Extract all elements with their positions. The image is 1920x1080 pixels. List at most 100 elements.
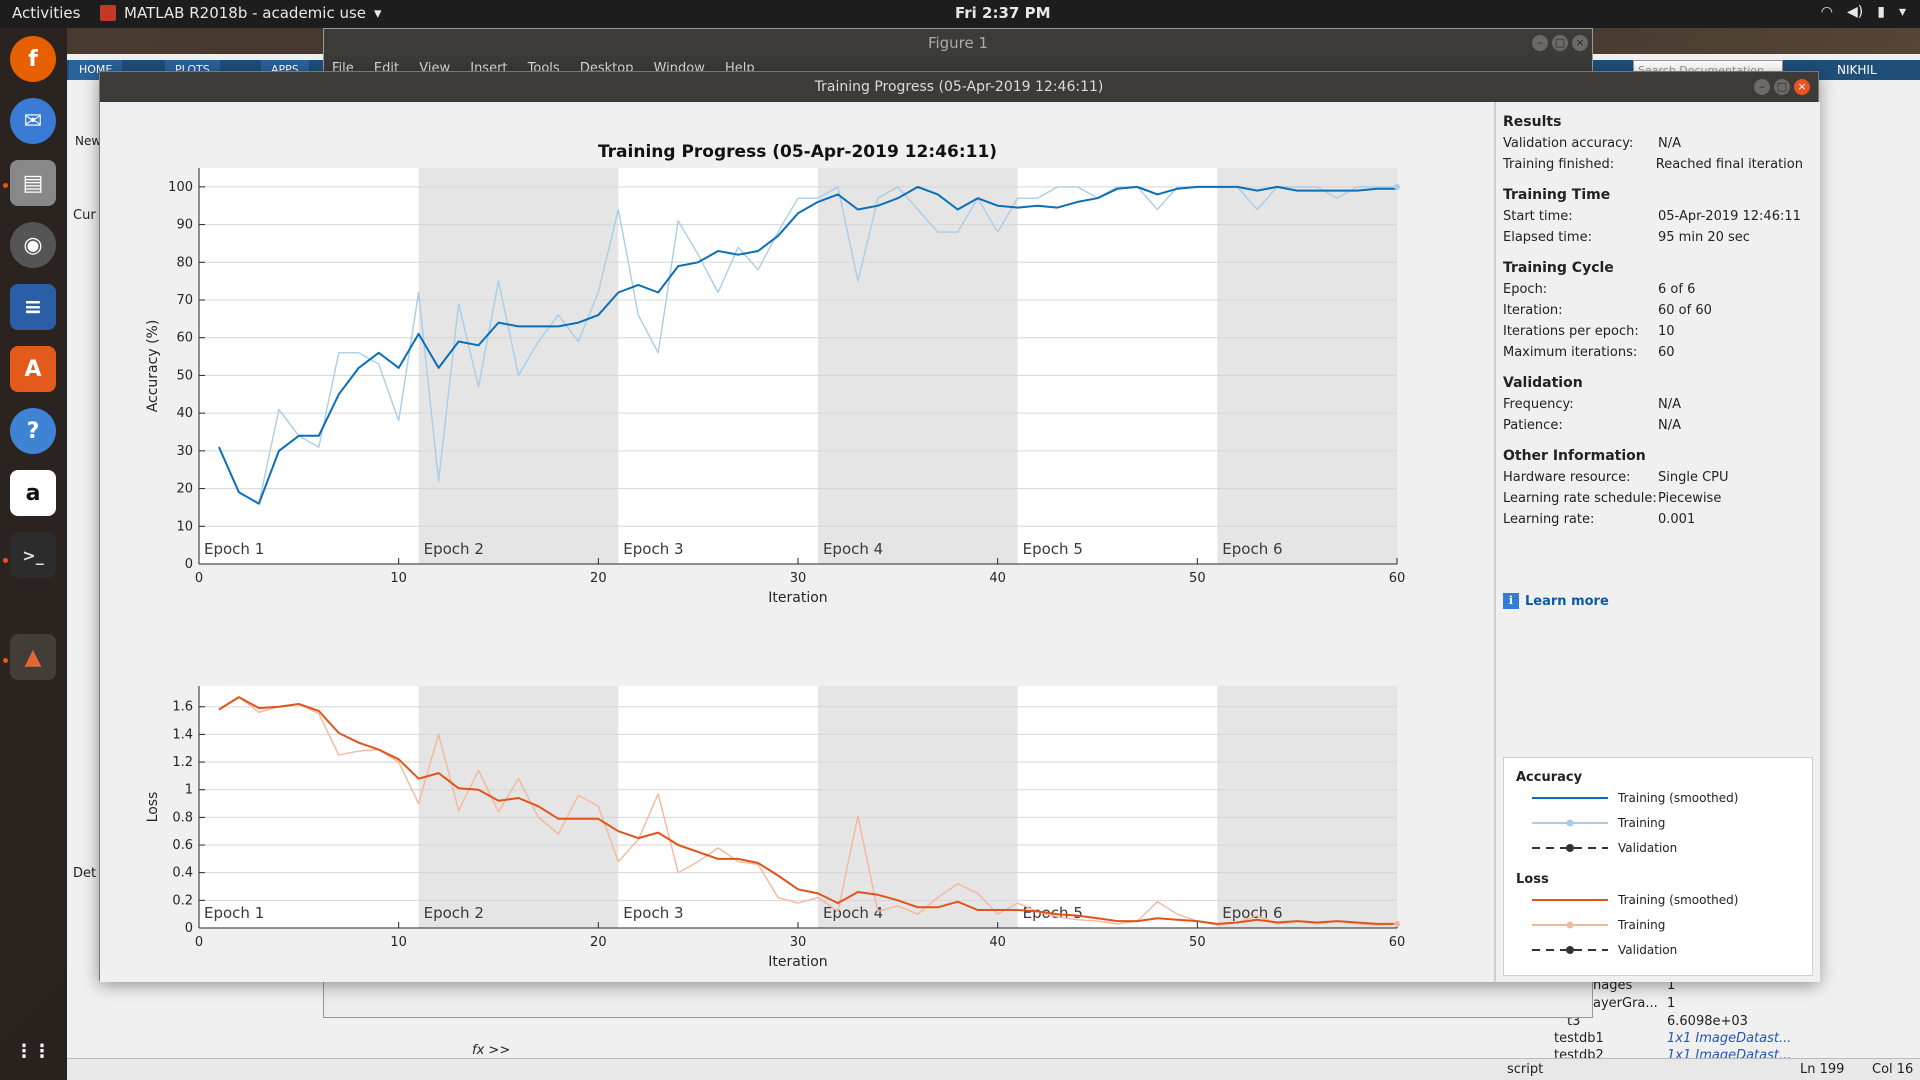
loss-x-tick-label: 30 xyxy=(790,935,807,950)
files-icon[interactable]: ▤ xyxy=(10,160,56,206)
legend-label: Training xyxy=(1618,918,1666,932)
gnome-top-bar: Activities MATLAB R2018b - academic use … xyxy=(0,0,1920,28)
loss-x-axis-label: Iteration xyxy=(768,954,827,970)
acc-epoch-label: Epoch 2 xyxy=(424,540,484,558)
wifi-icon: ◠ xyxy=(1820,4,1834,20)
legend-acc-smooth-swatch xyxy=(1532,797,1608,799)
info-key: Maximum iterations: xyxy=(1503,345,1638,360)
amazon-icon[interactable]: a xyxy=(10,470,56,516)
minimize-button[interactable]: – xyxy=(1754,79,1770,95)
legend-label: Validation xyxy=(1618,943,1678,957)
maximize-button[interactable]: □ xyxy=(1552,35,1568,51)
app-menu[interactable]: MATLAB R2018b - academic use ▾ xyxy=(100,4,382,22)
info-key: Epoch: xyxy=(1503,282,1548,297)
workspace-row-name[interactable]: testdb1 xyxy=(1554,1031,1604,1046)
acc-x-axis-label: Iteration xyxy=(768,590,827,606)
loss-last-point xyxy=(1394,920,1400,927)
acc-x-tick-label: 20 xyxy=(590,571,607,586)
chart-legend: Accuracy Training (smoothed) Training Va… xyxy=(1503,757,1813,976)
acc-x-tick-label: 10 xyxy=(390,571,407,586)
legend-loss-raw-swatch xyxy=(1532,921,1608,929)
loss-epoch-label: Epoch 2 xyxy=(424,904,484,922)
new-button[interactable]: New xyxy=(75,134,101,148)
info-row: Hardware resource: Single CPU xyxy=(1503,467,1803,488)
legend-acc-raw-swatch xyxy=(1532,819,1608,827)
info-key: Iterations per epoch: xyxy=(1503,324,1639,339)
other-information-heading: Other Information xyxy=(1503,448,1646,464)
acc-y-tick-label: 50 xyxy=(176,368,193,383)
info-key: Frequency: xyxy=(1503,397,1574,412)
loss-y-tick-label: 1.6 xyxy=(172,700,193,715)
acc-y-tick-label: 0 xyxy=(185,557,193,572)
acc-y-tick-label: 80 xyxy=(176,255,193,270)
loss-x-tick-label: 40 xyxy=(989,935,1006,950)
clock[interactable]: Fri 2:37 PM xyxy=(955,4,1051,22)
show-apps-icon[interactable]: ⋮⋮ xyxy=(10,1028,56,1074)
running-indicator xyxy=(3,558,8,563)
chevron-down-icon: ▾ xyxy=(374,4,382,22)
command-prompt: >> xyxy=(488,1043,511,1058)
chevron-down-icon: ▾ xyxy=(1898,4,1906,20)
workspace-row-value: 1x1 ImageDatast... xyxy=(1667,1031,1792,1046)
acc-epoch-band xyxy=(418,168,619,564)
info-row: Training finished: Reached final iteratio… xyxy=(1503,154,1803,175)
maximize-button[interactable]: □ xyxy=(1774,79,1790,95)
legend-label: Training xyxy=(1618,816,1666,830)
software-center-icon[interactable]: A xyxy=(10,346,56,392)
info-key: Iteration: xyxy=(1503,303,1563,318)
thunderbird-icon[interactable]: ✉ xyxy=(10,98,56,144)
loss-y-tick-label: 1.2 xyxy=(172,755,193,770)
results-heading: Results xyxy=(1503,114,1562,130)
legend-loss-smooth-swatch xyxy=(1532,899,1608,901)
legend-loss-validation-swatch xyxy=(1532,946,1608,954)
close-button[interactable]: × xyxy=(1794,79,1810,95)
loss-x-tick-label: 20 xyxy=(590,935,607,950)
terminal-icon[interactable]: >_ xyxy=(10,532,56,578)
info-key: Elapsed time: xyxy=(1503,230,1592,245)
user-menu[interactable]: NIKHIL xyxy=(1837,63,1877,77)
loss-y-tick-label: 0.8 xyxy=(172,810,193,825)
workspace-row-name[interactable]: ayerGra... xyxy=(1593,996,1658,1011)
info-value: 0.001 xyxy=(1658,512,1696,527)
close-button[interactable]: × xyxy=(1572,35,1588,51)
minimize-button[interactable]: – xyxy=(1532,35,1548,51)
loss-y-tick-label: 0 xyxy=(185,921,193,936)
acc-epoch-band xyxy=(817,168,1018,564)
training-progress-window: Training Progress (05-Apr-2019 12:46:11)… xyxy=(99,71,1820,982)
info-value: 60 xyxy=(1658,345,1675,360)
info-value: 05-Apr-2019 12:46:11 xyxy=(1658,209,1801,224)
command-window-prompt[interactable]: fx >> xyxy=(472,1043,510,1058)
info-value: 10 xyxy=(1658,324,1675,339)
info-value: 95 min 20 sec xyxy=(1658,230,1750,245)
loss-x-tick-label: 10 xyxy=(390,935,407,950)
status-bar: script Ln 199 Col 16 xyxy=(67,1058,1920,1080)
firefox-icon[interactable]: f xyxy=(10,36,56,82)
info-row: Iteration: 60 of 60 xyxy=(1503,300,1803,321)
loss-x-tick-label: 60 xyxy=(1389,935,1406,950)
info-value: 6 of 6 xyxy=(1658,282,1696,297)
legend-item: Training (smoothed) xyxy=(1532,791,1738,805)
loss-y-axis-label: Loss xyxy=(145,792,161,823)
legend-loss-title: Loss xyxy=(1516,872,1549,887)
help-icon[interactable]: ? xyxy=(10,408,56,454)
learn-more-link[interactable]: i Learn more xyxy=(1503,593,1609,609)
rhythmbox-icon[interactable]: ◉ xyxy=(10,222,56,268)
figure-1-title: Figure 1 xyxy=(324,29,1592,57)
battery-icon: ▮ xyxy=(1877,4,1885,20)
loss-epoch-label: Epoch 1 xyxy=(204,904,264,922)
info-value: Reached final iteration xyxy=(1655,157,1803,172)
writer-icon[interactable]: ≡ xyxy=(10,284,56,330)
matlab-icon[interactable]: ▲ xyxy=(10,634,56,680)
info-row: Maximum iterations: 60 xyxy=(1503,342,1803,363)
info-value: N/A xyxy=(1658,397,1681,412)
activities-button[interactable]: Activities xyxy=(12,4,80,22)
function-icon: fx xyxy=(472,1043,485,1058)
acc-last-point xyxy=(1394,183,1400,190)
info-row: Patience: N/A xyxy=(1503,415,1803,436)
legend-label: Validation xyxy=(1618,841,1678,855)
acc-y-tick-label: 60 xyxy=(176,331,193,346)
loss-y-tick-label: 0.2 xyxy=(172,893,193,908)
info-row: Iterations per epoch: 10 xyxy=(1503,321,1803,342)
system-tray[interactable]: ◠ ◀) ▮ ▾ xyxy=(1821,4,1906,20)
legend-acc-validation-swatch xyxy=(1532,844,1608,852)
